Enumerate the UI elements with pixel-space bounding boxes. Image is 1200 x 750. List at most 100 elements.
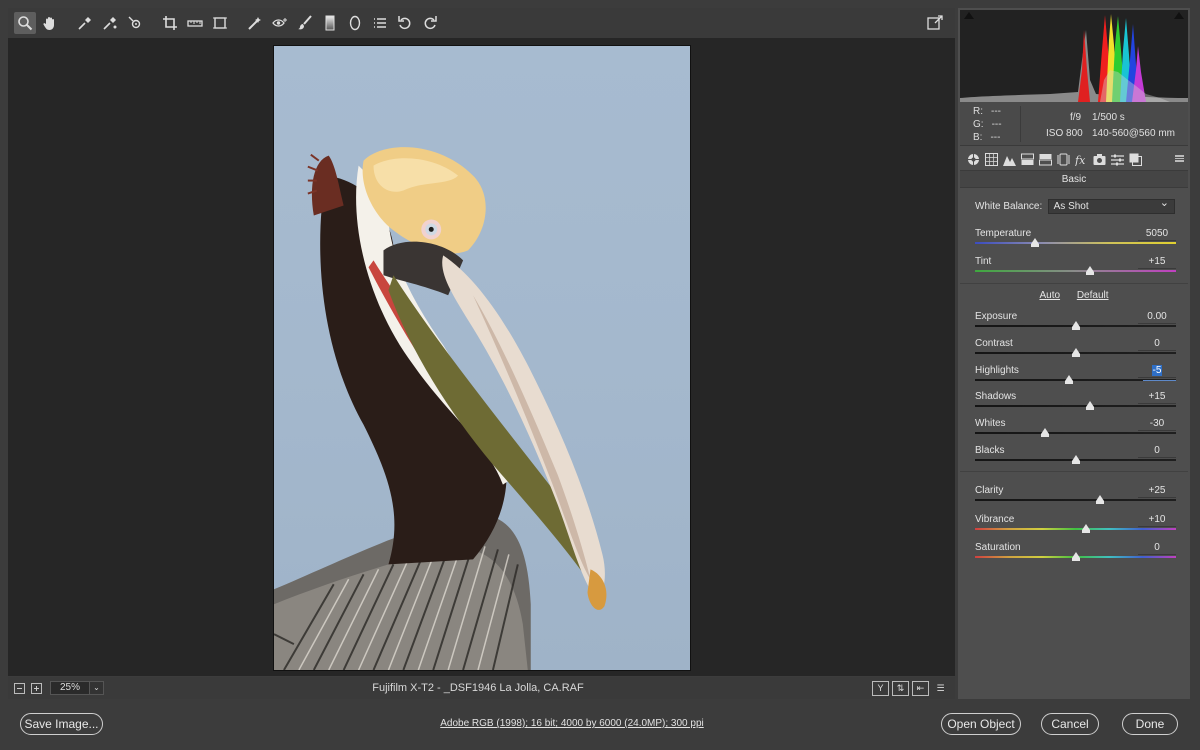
toggle-settings-icon[interactable]: ☰ (932, 681, 949, 696)
svg-text:fx: fx (1075, 154, 1086, 166)
image-canvas[interactable] (8, 38, 955, 676)
open-object-button[interactable]: Open Object (941, 713, 1021, 735)
panel-menu-icon[interactable] (1175, 155, 1184, 162)
tone-curve-tab-icon[interactable] (982, 151, 1000, 167)
presets-tab-icon[interactable] (1108, 151, 1126, 167)
workflow-options-link[interactable]: Adobe RGB (1998); 16 bit; 4000 by 6000 (… (372, 718, 772, 729)
saturation-thumb[interactable] (1071, 552, 1080, 561)
whites-value[interactable]: -30 (1138, 418, 1176, 431)
vibrance-track[interactable] (975, 528, 1176, 530)
highlight-clipping-warning-icon[interactable] (1174, 12, 1184, 19)
basic-tab-icon[interactable] (964, 151, 982, 167)
spot-removal-icon[interactable] (244, 12, 266, 34)
detail-tab-icon[interactable] (1000, 151, 1018, 167)
presets-list-icon[interactable] (369, 12, 391, 34)
tint-track[interactable] (975, 270, 1176, 272)
photo-preview[interactable] (273, 45, 691, 671)
crop-icon[interactable] (159, 12, 181, 34)
b-label: B: (973, 132, 983, 143)
exposure-thumb[interactable] (1071, 321, 1080, 330)
clarity-thumb[interactable] (1095, 495, 1104, 504)
saturation-value[interactable]: 0 (1138, 542, 1176, 555)
snapshots-tab-icon[interactable] (1126, 151, 1144, 167)
hsl-tab-icon[interactable] (1018, 151, 1036, 167)
whites-thumb[interactable] (1041, 428, 1050, 437)
red-eye-icon[interactable] (269, 12, 291, 34)
radial-filter-icon[interactable] (344, 12, 366, 34)
clarity-value[interactable]: +25 (1138, 485, 1176, 498)
highlights-label: Highlights (975, 365, 1019, 376)
g-value: --- (991, 119, 1002, 130)
b-value: --- (990, 132, 1001, 143)
before-after-view-button[interactable]: Y (872, 680, 889, 696)
canvas-status-bar: 25% ⌄ Fujifilm X-T2 - _DSF1946 La Jolla,… (8, 677, 955, 699)
iso: ISO 800 (1046, 128, 1083, 139)
zoom-in-button[interactable] (31, 682, 42, 694)
vibrance-slider[interactable]: Vibrance +10 (975, 514, 1176, 540)
rotate-cw-icon[interactable] (419, 12, 441, 34)
temperature-track[interactable] (975, 242, 1176, 244)
blacks-slider[interactable]: Blacks 0 (975, 445, 1176, 471)
hand-icon[interactable] (39, 12, 61, 34)
whites-track[interactable] (975, 432, 1176, 434)
clarity-track[interactable] (975, 499, 1176, 501)
contrast-value[interactable]: 0 (1138, 338, 1176, 351)
contrast-slider[interactable]: Contrast 0 (975, 338, 1176, 364)
shadows-track[interactable] (975, 405, 1176, 407)
section-divider (960, 283, 1188, 284)
highlights-thumb[interactable] (1065, 375, 1074, 384)
zoom-icon[interactable] (14, 12, 36, 34)
split-toning-tab-icon[interactable] (1036, 151, 1054, 167)
highlights-slider[interactable]: Highlights -5 (975, 365, 1176, 391)
adjustments-panel: R: --- G: --- B: --- f/9 1/500 s ISO 800 14… (958, 8, 1190, 699)
white-balance-select[interactable]: As Shot (1047, 197, 1175, 214)
blacks-value[interactable]: 0 (1138, 445, 1176, 458)
white-balance-icon[interactable] (74, 12, 96, 34)
clarity-slider[interactable]: Clarity +25 (975, 485, 1176, 511)
zoom-level-field[interactable]: 25% (50, 681, 90, 695)
whites-slider[interactable]: Whites -30 (975, 418, 1176, 444)
cancel-button[interactable]: Cancel (1041, 713, 1099, 735)
adjustment-brush-icon[interactable] (294, 12, 316, 34)
vibrance-value[interactable]: +10 (1138, 514, 1176, 527)
highlights-value[interactable]: -5 (1138, 365, 1176, 378)
color-sampler-icon[interactable] (99, 12, 121, 34)
copy-after-to-before-icon[interactable]: ⇤ (912, 680, 929, 696)
vibrance-thumb[interactable] (1081, 524, 1090, 533)
shadow-clipping-warning-icon[interactable] (964, 12, 974, 19)
shadows-thumb[interactable] (1085, 401, 1094, 410)
rotate-ccw-icon[interactable] (394, 12, 416, 34)
straighten-icon[interactable] (184, 12, 206, 34)
tint-value[interactable]: +15 (1138, 256, 1176, 269)
transform-icon[interactable] (209, 12, 231, 34)
swap-before-after-icon[interactable]: ⇅ (892, 680, 909, 696)
temperature-value[interactable]: 5050 (1138, 228, 1176, 241)
shadows-value[interactable]: +15 (1138, 391, 1176, 404)
auto-link[interactable]: Auto (1039, 290, 1060, 301)
saturation-label: Saturation (975, 542, 1021, 553)
effects-tab-icon[interactable]: fx (1072, 151, 1090, 167)
focal-length: 140-560@560 mm (1092, 128, 1175, 139)
tint-slider[interactable]: Tint +15 (975, 256, 1176, 282)
file-name: Fujifilm X-T2 - _DSF1946 La Jolla, CA.RA… (372, 682, 584, 694)
save-image-button[interactable]: Save Image... (20, 713, 103, 735)
histogram (960, 10, 1188, 102)
target-adjust-icon[interactable] (124, 12, 146, 34)
done-button[interactable]: Done (1122, 713, 1178, 735)
shadows-slider[interactable]: Shadows +15 (975, 391, 1176, 417)
tint-thumb[interactable] (1085, 266, 1094, 275)
zoom-dropdown-icon[interactable]: ⌄ (90, 681, 104, 695)
blacks-thumb[interactable] (1071, 455, 1080, 464)
exposure-slider[interactable]: Exposure 0.00 (975, 311, 1176, 337)
exposure-value[interactable]: 0.00 (1138, 311, 1176, 324)
lens-corrections-tab-icon[interactable] (1054, 151, 1072, 167)
toggle-fullscreen-icon[interactable] (924, 12, 946, 34)
default-link[interactable]: Default (1077, 290, 1109, 301)
zoom-out-button[interactable] (14, 682, 25, 694)
temperature-slider[interactable]: Temperature 5050 (975, 228, 1176, 254)
saturation-slider[interactable]: Saturation 0 (975, 542, 1176, 568)
camera-calibration-tab-icon[interactable] (1090, 151, 1108, 167)
temperature-thumb[interactable] (1031, 238, 1040, 247)
contrast-thumb[interactable] (1071, 348, 1080, 357)
graduated-filter-icon[interactable] (319, 12, 341, 34)
